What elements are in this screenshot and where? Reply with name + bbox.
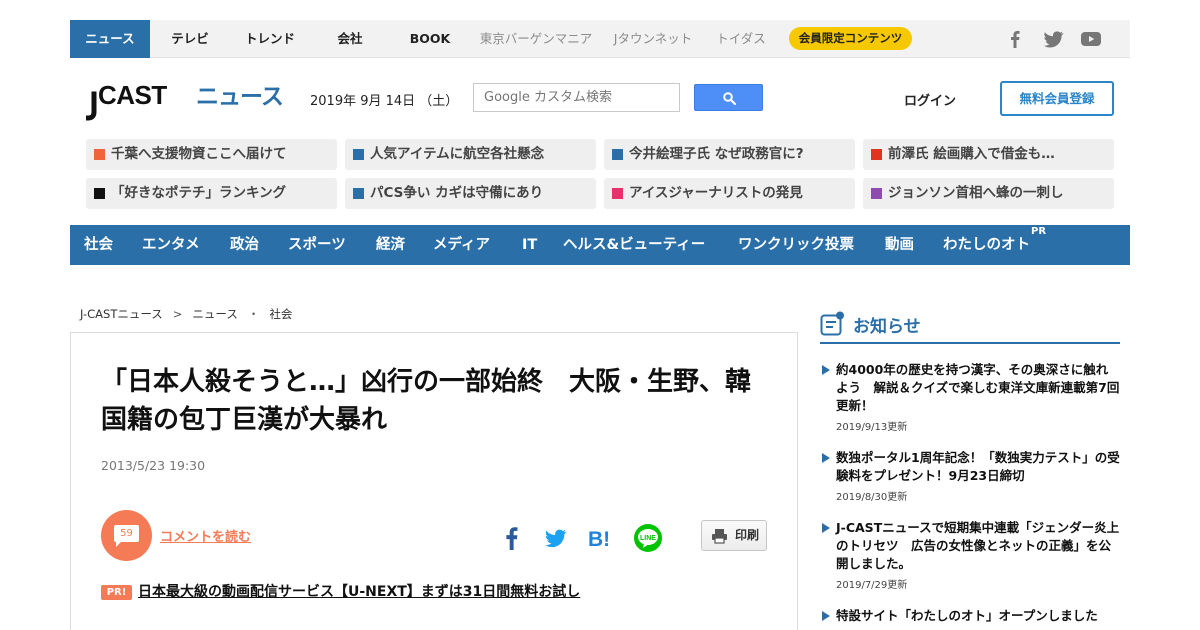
pr-ad-link[interactable]: 日本最大級の動画配信サービス【U-NEXT】まずは31日間無料お試し: [138, 581, 580, 601]
top-nav: ニュース テレビ トレンド 会社 BOOK 東京バーゲンマニア Jタウンネット …: [70, 20, 1130, 58]
category-video[interactable]: 動画: [885, 225, 914, 265]
category-one-click-vote[interactable]: ワンクリック投票: [738, 225, 854, 265]
topic-color-square: [94, 188, 105, 199]
top-nav-trend[interactable]: トレンド: [234, 20, 306, 58]
breadcrumb-separator: >: [172, 307, 183, 321]
line-share-icon[interactable]: LINE: [633, 523, 663, 553]
topic-color-square: [353, 149, 364, 160]
notice-date: 2019/7/29更新: [836, 580, 908, 591]
topic-pill[interactable]: アイスジャーナリストの発見: [604, 178, 855, 209]
notice-text: 特設サイト「わたしのオト」オープンしました: [836, 608, 1098, 623]
article-card: 「日本人殺そうと…」凶行の一部始終 大阪・生野、韓国籍の包丁巨漢が大暴れ 201…: [70, 332, 798, 630]
notice-text: 数独ポータル1周年記念！「数独実力テスト」の受験料をプレゼント！9月23日締切: [836, 450, 1120, 483]
topic-pill[interactable]: ジョンソン首相へ蜂の一刺し: [863, 178, 1114, 209]
current-date: 2019年 9月 14日 （土）: [310, 94, 459, 109]
topic-color-square: [871, 149, 882, 160]
top-nav-news[interactable]: ニュース: [70, 20, 150, 58]
svg-text:ニュース: ニュース: [196, 84, 283, 110]
topic-text: 前澤氏 絵画購入で借金も…: [888, 146, 1055, 162]
topic-text: 千葉へ支援物資ここへ届けて: [111, 146, 287, 162]
breadcrumb-news[interactable]: ニュース: [192, 306, 237, 322]
topic-pill[interactable]: パCS争い カギは守備にあり: [345, 178, 596, 209]
breadcrumb-society[interactable]: 社会: [269, 306, 292, 322]
notice-icon: [820, 311, 844, 336]
topic-pill[interactable]: 前澤氏 絵画購入で借金も…: [863, 139, 1114, 170]
svg-text:LINE: LINE: [640, 535, 656, 542]
category-health-beauty[interactable]: ヘルス&ビューティー: [563, 225, 705, 265]
category-sports[interactable]: スポーツ: [288, 225, 346, 265]
notice-date: 2019/8/30更新: [836, 492, 908, 503]
category-media[interactable]: メディア: [433, 225, 490, 265]
search-button[interactable]: [694, 84, 763, 111]
category-nav: 社会 エンタメ 政治 スポーツ 経済 メディア IT ヘルス&ビューティー ワン…: [70, 225, 1130, 265]
breadcrumb-separator: ・: [247, 307, 260, 321]
pr-badge: PR!: [101, 585, 132, 600]
comment-bubble-tail: [116, 542, 121, 547]
category-watashi-no-oto[interactable]: わたしのオト: [943, 225, 1030, 265]
category-economy[interactable]: 経済: [376, 225, 405, 265]
breadcrumb: J-CASTニュース > ニュース・社会: [80, 306, 292, 322]
category-it[interactable]: IT: [522, 225, 537, 265]
arrow-right-icon: [822, 523, 830, 533]
article-date: 2013/5/23 19:30: [101, 458, 206, 473]
twitter-icon[interactable]: [1042, 29, 1064, 49]
login-link[interactable]: ログイン: [904, 90, 956, 109]
top-nav-toidas[interactable]: トイダス: [710, 20, 772, 58]
print-label: 印刷: [735, 528, 760, 542]
breadcrumb-home[interactable]: J-CASTニュース: [80, 306, 163, 322]
topic-text: 今井絵理子氏 なぜ政務官に?: [629, 146, 804, 162]
hatena-bookmark-icon[interactable]: B!: [586, 523, 616, 553]
arrow-right-icon: [822, 611, 830, 621]
notice-section-header: お知らせ: [820, 308, 1120, 344]
facebook-share-icon[interactable]: [497, 523, 527, 553]
print-button[interactable]: 印刷: [701, 520, 767, 551]
search-input[interactable]: [473, 83, 680, 112]
category-entertainment[interactable]: エンタメ: [142, 225, 200, 265]
comment-count: 59: [114, 525, 139, 542]
arrow-right-icon: [822, 365, 830, 375]
youtube-icon[interactable]: [1080, 29, 1102, 49]
top-nav-book[interactable]: BOOK: [396, 20, 464, 58]
member-content-badge[interactable]: 会員限定コンテンツ: [789, 27, 912, 50]
topic-text: アイスジャーナリストの発見: [629, 185, 803, 201]
topic-pill[interactable]: 人気アイテムに航空各社懸念: [345, 139, 596, 170]
category-politics[interactable]: 政治: [230, 225, 259, 265]
topic-pill[interactable]: 今井絵理子氏 なぜ政務官に?: [604, 139, 855, 170]
topic-color-square: [871, 188, 882, 199]
topic-pill[interactable]: 「好きなポテチ」ランキング: [86, 178, 337, 209]
comment-count-icon[interactable]: 59: [101, 510, 152, 561]
topic-color-square: [94, 149, 105, 160]
notice-text: J-CASTニュースで短期集中連載「ジェンダー炎上のトリセツ 広告の女性像とネッ…: [836, 520, 1120, 571]
arrow-right-icon: [822, 453, 830, 463]
topic-pill[interactable]: 千葉へ支援物資ここへ届けて: [86, 139, 337, 170]
topic-color-square: [612, 149, 623, 160]
top-nav-tv[interactable]: テレビ: [156, 20, 224, 58]
register-button[interactable]: 無料会員登録: [1000, 81, 1114, 116]
search-icon: [723, 92, 736, 105]
jcast-news-logo[interactable]: CAST ニュース: [86, 78, 286, 122]
topic-text: 人気アイテムに航空各社懸念: [370, 146, 545, 162]
notice-date: 2019/9/13更新: [836, 422, 908, 433]
twitter-share-icon[interactable]: [540, 523, 570, 553]
topic-text: ジョンソン首相へ蜂の一刺し: [888, 185, 1064, 201]
top-nav-company[interactable]: 会社: [318, 20, 382, 58]
top-nav-jtown[interactable]: Jタウンネット: [608, 20, 698, 58]
printer-icon: [712, 529, 727, 544]
topic-text: パCS争い カギは守備にあり: [370, 185, 544, 201]
topic-color-square: [353, 188, 364, 199]
read-comments-link[interactable]: コメントを読む: [160, 526, 251, 545]
top-nav-bargain[interactable]: 東京バーゲンマニア: [478, 20, 594, 58]
category-pr-label: PR: [1031, 226, 1047, 237]
notice-title: お知らせ: [853, 317, 921, 337]
category-society[interactable]: 社会: [84, 225, 113, 265]
notice-text: 約4000年の歴史を持つ漢字、その奥深さに触れよう 解説＆クイズで楽しむ東洋文庫…: [836, 362, 1120, 413]
topic-text: 「好きなポテチ」ランキング: [111, 185, 287, 201]
svg-text:B!: B!: [588, 528, 610, 551]
svg-text:CAST: CAST: [98, 80, 167, 110]
article-title: 「日本人殺そうと…」凶行の一部始終 大阪・生野、韓国籍の包丁巨漢が大暴れ: [101, 367, 752, 435]
topic-color-square: [612, 188, 623, 199]
facebook-icon[interactable]: [1004, 29, 1026, 49]
